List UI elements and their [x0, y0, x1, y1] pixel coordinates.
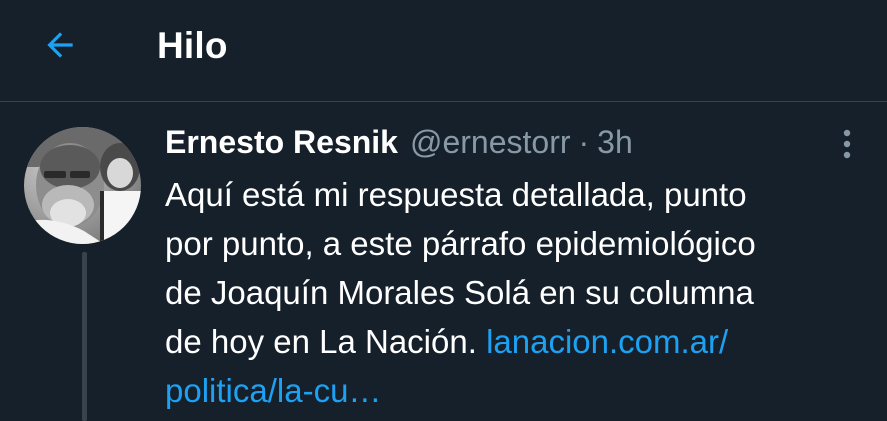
tweet-text-line: por punto, a este párrafo epidemiológico: [165, 225, 756, 262]
top-bar: Hilo: [0, 0, 887, 102]
article-link[interactable]: lanacion.com.ar/: [486, 323, 728, 360]
avatar[interactable]: [24, 127, 141, 244]
page-title: Hilo: [157, 25, 228, 66]
tweet-text-line: politica/la-cu…: [165, 366, 865, 415]
tweet-text-segment: de hoy en La Nación.: [165, 323, 487, 360]
article-link-continued[interactable]: politica/la-cu…: [165, 372, 381, 409]
more-options-button[interactable]: [830, 124, 864, 164]
author-name[interactable]: Ernesto Resnik: [165, 124, 398, 161]
tweet-body: Aquí está mi respuesta detallada, punto …: [165, 170, 865, 415]
author-handle[interactable]: @ernestorr: [410, 124, 571, 161]
tweet-text-line: Aquí está mi respuesta detallada, punto: [165, 176, 747, 213]
tweet-text-line: de Joaquín Morales Solá en su columna: [165, 274, 754, 311]
tweet-text-line-with-link: de hoy en La Nación. lanacion.com.ar/: [165, 317, 865, 366]
arrow-left-icon: [47, 32, 73, 58]
back-button[interactable]: [34, 22, 86, 68]
more-vertical-icon: [843, 129, 851, 159]
thread-connector-line: [82, 252, 87, 421]
user-avatar-image: [24, 127, 141, 244]
separator-dot: ·: [578, 124, 590, 160]
tweet-header: Ernesto Resnik @ernestorr · 3h: [165, 124, 633, 168]
tweet-timestamp[interactable]: 3h: [597, 124, 633, 161]
